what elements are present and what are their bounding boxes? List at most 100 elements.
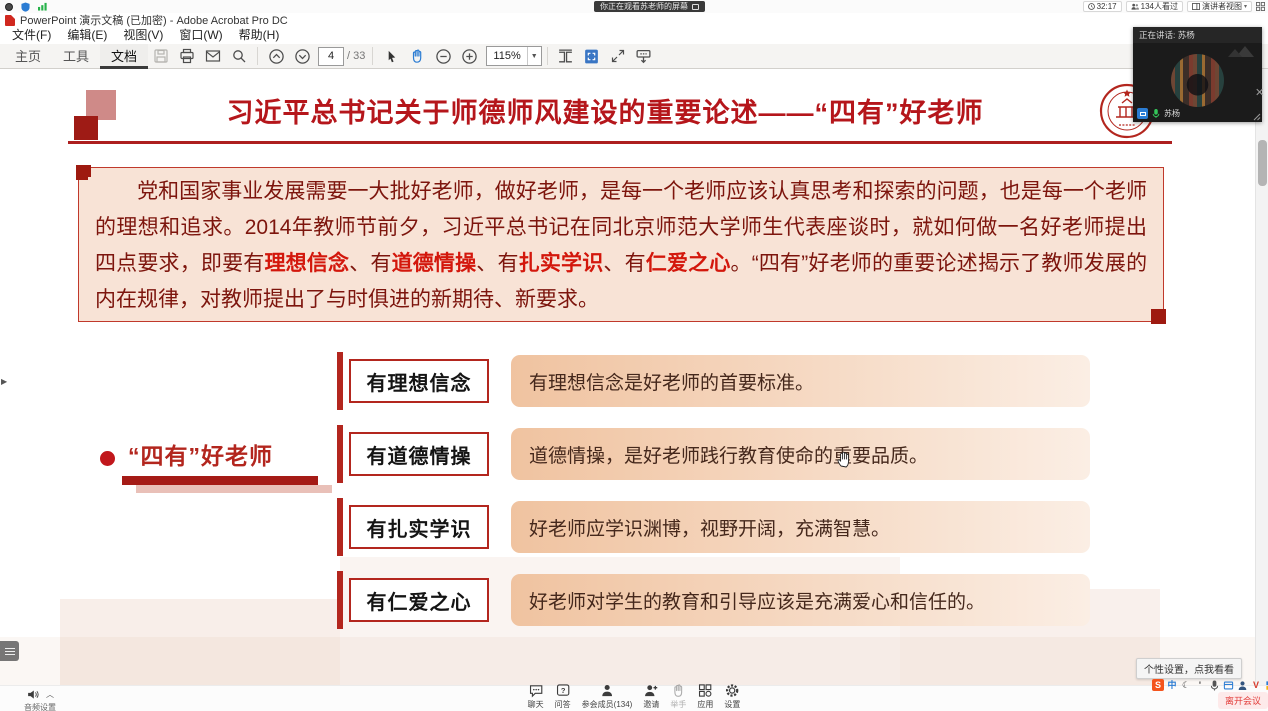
search-icon[interactable] [226, 45, 252, 67]
four-have-list: 有理想信念 有理想信念是好老师的首要标准。 有道德情操 道德情操，是好老师践行教… [337, 352, 1090, 629]
meeting-toolbar-item[interactable]: 举手 [670, 683, 686, 710]
item-label: 有道德情操 [367, 440, 472, 469]
red-bar [337, 571, 343, 629]
hand-cursor [836, 450, 853, 468]
item-label-box: 有道德情操 [349, 432, 489, 476]
scrollbar-thumb[interactable] [1258, 140, 1267, 186]
fit-page-button[interactable] [579, 45, 605, 67]
presentation-button[interactable] [631, 45, 657, 67]
shield-icon[interactable] [21, 2, 30, 11]
window-tray-icon[interactable] [1222, 679, 1234, 691]
side-panel-button[interactable] [0, 641, 19, 661]
four-have-row: 有道德情操 道德情操，是好老师践行教育使命的重要品质。 [337, 425, 1090, 483]
meeting-status-icons [4, 1, 47, 12]
nav-pane-toggle[interactable]: ▶ [1, 377, 7, 386]
save-button[interactable] [148, 45, 174, 67]
item-desc-box: 有理想信念是好老师的首要标准。 [511, 355, 1090, 407]
meeting-toolbar-icon [528, 683, 543, 698]
acrobat-titlebar: PowerPoint 演示文稿 (已加密) - Adobe Acrobat Pr… [0, 13, 1268, 27]
scrollbar[interactable] [1255, 69, 1268, 685]
chevron-up-icon[interactable]: ︿ [46, 689, 54, 700]
audio-settings-button[interactable]: ︿ 音频设置 [18, 688, 62, 711]
acrobat-tab[interactable]: 工具 [52, 44, 100, 69]
fit-width-button[interactable] [553, 45, 579, 67]
watching-banner: 你正在观看苏老师的屏幕 [594, 1, 705, 12]
email-button[interactable] [200, 45, 226, 67]
acrobat-tabs: 主页工具文档 [4, 44, 148, 69]
menu-item[interactable]: 窗口(W) [171, 27, 230, 44]
acrobat-app-icon [5, 15, 15, 26]
item-label-box: 有扎实学识 [349, 505, 489, 549]
zoom-out-button[interactable] [430, 45, 456, 67]
next-page-button[interactable] [289, 45, 315, 67]
ime-chinese-icon[interactable]: 中 [1166, 679, 1178, 691]
meeting-toolbar-item[interactable]: 参会成员(134) [582, 683, 633, 710]
clock-icon [1088, 3, 1095, 10]
speaking-label: 正在讲话: 苏杨 [1133, 27, 1262, 43]
zoom-level-select[interactable]: 115% ▼ [486, 46, 541, 66]
item-label: 有扎实学识 [367, 513, 472, 542]
paragraph-segment: 、有 [476, 252, 518, 275]
leave-meeting-button[interactable]: 离开会议 [1218, 692, 1268, 709]
title-decor-square-dark [74, 116, 98, 140]
slide-title: 习近平总书记关于师德师风建设的重要论述——“四有”好老师 [130, 91, 1080, 130]
meeting-toolbar-item[interactable]: 应用 [697, 683, 713, 710]
acrobat-tab[interactable]: 主页 [4, 44, 52, 69]
meeting-toolbar-label: 应用 [697, 699, 713, 710]
speaker-name: 苏杨 [1164, 108, 1180, 119]
print-button[interactable] [174, 45, 200, 67]
window-title: PowerPoint 演示文稿 (已加密) - Adobe Acrobat Pr… [20, 12, 288, 28]
meeting-toolbar-label: 举手 [670, 699, 686, 710]
previous-page-button[interactable] [263, 45, 289, 67]
meeting-toolbar-item[interactable]: ? 问答 [555, 683, 571, 710]
signal-icon[interactable] [38, 2, 47, 11]
tick-icon[interactable]: ' [1194, 679, 1206, 691]
intro-paragraph: 党和国家事业发展需要一大批好老师，做好老师，是每一个老师应该认真思考和探索的问题… [95, 174, 1147, 318]
meeting-toolbar-icon [671, 683, 686, 698]
meeting-toolbar-item[interactable]: 聊天 [528, 683, 544, 710]
svg-text:?: ? [560, 686, 565, 695]
meeting-toolbar-item[interactable]: 设置 [724, 683, 740, 710]
fullscreen-button[interactable] [605, 45, 631, 67]
close-video-icon[interactable]: ✕ [1255, 86, 1264, 99]
v-app-icon[interactable]: V [1250, 679, 1262, 691]
moon-icon[interactable]: ☾ [1180, 679, 1192, 691]
select-tool-button[interactable] [378, 45, 404, 67]
page-number-input[interactable]: 4 [318, 47, 344, 66]
chevron-down-icon: ▾ [1244, 3, 1247, 10]
viewer-count-button[interactable]: 134人看过 [1126, 1, 1183, 12]
side-label-text: “四有”好老师 [128, 437, 273, 471]
meeting-toolbar: 聊天 ? 问答 参会成员(134) 邀请 举手 应用 设置 [528, 683, 741, 710]
screen-share-icon [692, 4, 699, 10]
meeting-toolbar-label: 设置 [724, 699, 740, 710]
mic-tray-icon[interactable] [1208, 679, 1220, 691]
video-footer: 苏杨 [1137, 108, 1180, 119]
menu-item[interactable]: 视图(V) [115, 27, 171, 44]
meeting-toolbar-item[interactable]: 邀请 [643, 683, 659, 710]
red-bar [337, 352, 343, 410]
item-label-box: 有仁爱之心 [349, 578, 489, 622]
speaker-icon [26, 688, 40, 701]
hand-tool-button[interactable] [404, 45, 430, 67]
menu-item[interactable]: 文件(F) [4, 27, 59, 44]
layout-icon [1192, 3, 1200, 10]
document-area: 习近平总书记关于师德师风建设的重要论述——“四有”好老师 党和国家事业发展需要一… [0, 69, 1268, 685]
meeting-topbar-right: 32:17 134人看过 演讲者视图 ▾ [1083, 1, 1265, 12]
meeting-toolbar-label: 聊天 [528, 699, 544, 710]
sogou-icon[interactable]: S [1152, 679, 1164, 691]
layout-grid-icon[interactable] [1256, 0, 1265, 16]
meeting-toolbar-label: 问答 [555, 699, 571, 710]
speaker-video-overlay[interactable]: 正在讲话: 苏杨 苏杨 [1133, 27, 1262, 122]
slide: 习近平总书记关于师德师风建设的重要论述——“四有”好老师 党和国家事业发展需要一… [0, 69, 1255, 685]
grid-app-icon[interactable] [1264, 679, 1268, 691]
user-tray-icon[interactable] [1236, 679, 1248, 691]
view-mode-button[interactable]: 演讲者视图 ▾ [1187, 1, 1252, 12]
zoom-in-button[interactable] [456, 45, 482, 67]
menu-item[interactable]: 帮助(H) [231, 27, 288, 44]
system-tray: S中☾' V [1152, 679, 1268, 691]
resize-handle[interactable] [1252, 112, 1261, 121]
item-desc-box: 道德情操，是好老师践行教育使命的重要品质。 [511, 428, 1090, 480]
acrobat-tab[interactable]: 文档 [100, 44, 148, 69]
red-bar [337, 425, 343, 483]
menu-item[interactable]: 编辑(E) [59, 27, 115, 44]
